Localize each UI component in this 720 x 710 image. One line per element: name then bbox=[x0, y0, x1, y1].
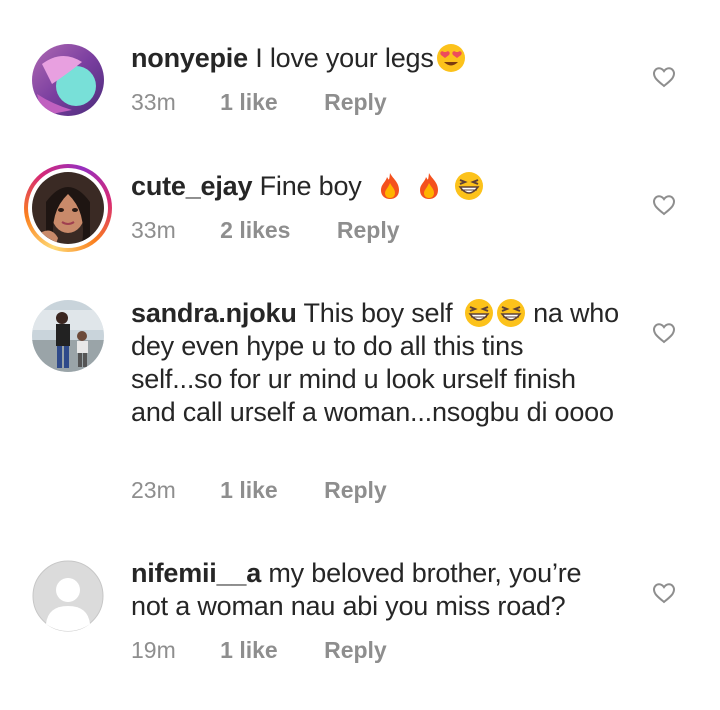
reply-button[interactable]: Reply bbox=[337, 217, 400, 244]
comment-body: nonyepie I love your legs bbox=[131, 42, 621, 75]
comment-text: This boy self bbox=[303, 298, 453, 328]
comment-meta: 33m 1 like Reply bbox=[131, 89, 387, 116]
comment-meta: 23m 1 like Reply bbox=[131, 477, 387, 504]
avatar[interactable] bbox=[32, 44, 104, 116]
comment-text: Fine boy bbox=[259, 171, 362, 201]
avatar bbox=[32, 172, 104, 244]
reply-button[interactable]: Reply bbox=[324, 477, 387, 504]
heart-outline-icon[interactable] bbox=[652, 582, 676, 604]
grinning-squinting-emoji-icon bbox=[464, 298, 494, 328]
comment-username[interactable]: sandra.njoku bbox=[131, 298, 297, 328]
comment-likes[interactable]: 2 likes bbox=[220, 217, 290, 244]
comment-likes[interactable]: 1 like bbox=[220, 89, 278, 116]
comment-username[interactable]: cute_ejay bbox=[131, 171, 252, 201]
fire-emoji-icon bbox=[375, 171, 405, 201]
comment-time: 33m bbox=[131, 217, 176, 243]
comment-username[interactable]: nifemii__a bbox=[131, 558, 261, 588]
heart-outline-icon[interactable] bbox=[652, 66, 676, 88]
comment-username[interactable]: nonyepie bbox=[131, 43, 248, 73]
heart-outline-icon[interactable] bbox=[652, 322, 676, 344]
avatar[interactable] bbox=[32, 300, 104, 372]
fire-emoji-icon bbox=[414, 171, 444, 201]
comment-time: 23m bbox=[131, 477, 176, 503]
comment-body: cute_ejay Fine boy bbox=[131, 170, 621, 203]
avatar-story-ring[interactable] bbox=[24, 164, 112, 252]
comment-time: 19m bbox=[131, 637, 176, 663]
reply-button[interactable]: Reply bbox=[324, 637, 387, 664]
comment-meta: 19m 1 like Reply bbox=[131, 637, 387, 664]
comment-body: nifemii__a my beloved brother, you’re no… bbox=[131, 557, 621, 623]
reply-button[interactable]: Reply bbox=[324, 89, 387, 116]
default-avatar-icon[interactable] bbox=[32, 560, 104, 632]
grinning-squinting-emoji-icon bbox=[454, 171, 484, 201]
comment-body: sandra.njoku This boy self na who dey ev… bbox=[131, 297, 621, 429]
heart-outline-icon[interactable] bbox=[652, 194, 676, 216]
comment-meta: 33m 2 likes Reply bbox=[131, 217, 400, 244]
heart-eyes-emoji-icon bbox=[436, 43, 466, 73]
comment-time: 33m bbox=[131, 89, 176, 115]
comment-likes[interactable]: 1 like bbox=[220, 637, 278, 664]
comment-text: I love your legs bbox=[255, 43, 434, 73]
comment-likes[interactable]: 1 like bbox=[220, 477, 278, 504]
grinning-squinting-emoji-icon bbox=[496, 298, 526, 328]
